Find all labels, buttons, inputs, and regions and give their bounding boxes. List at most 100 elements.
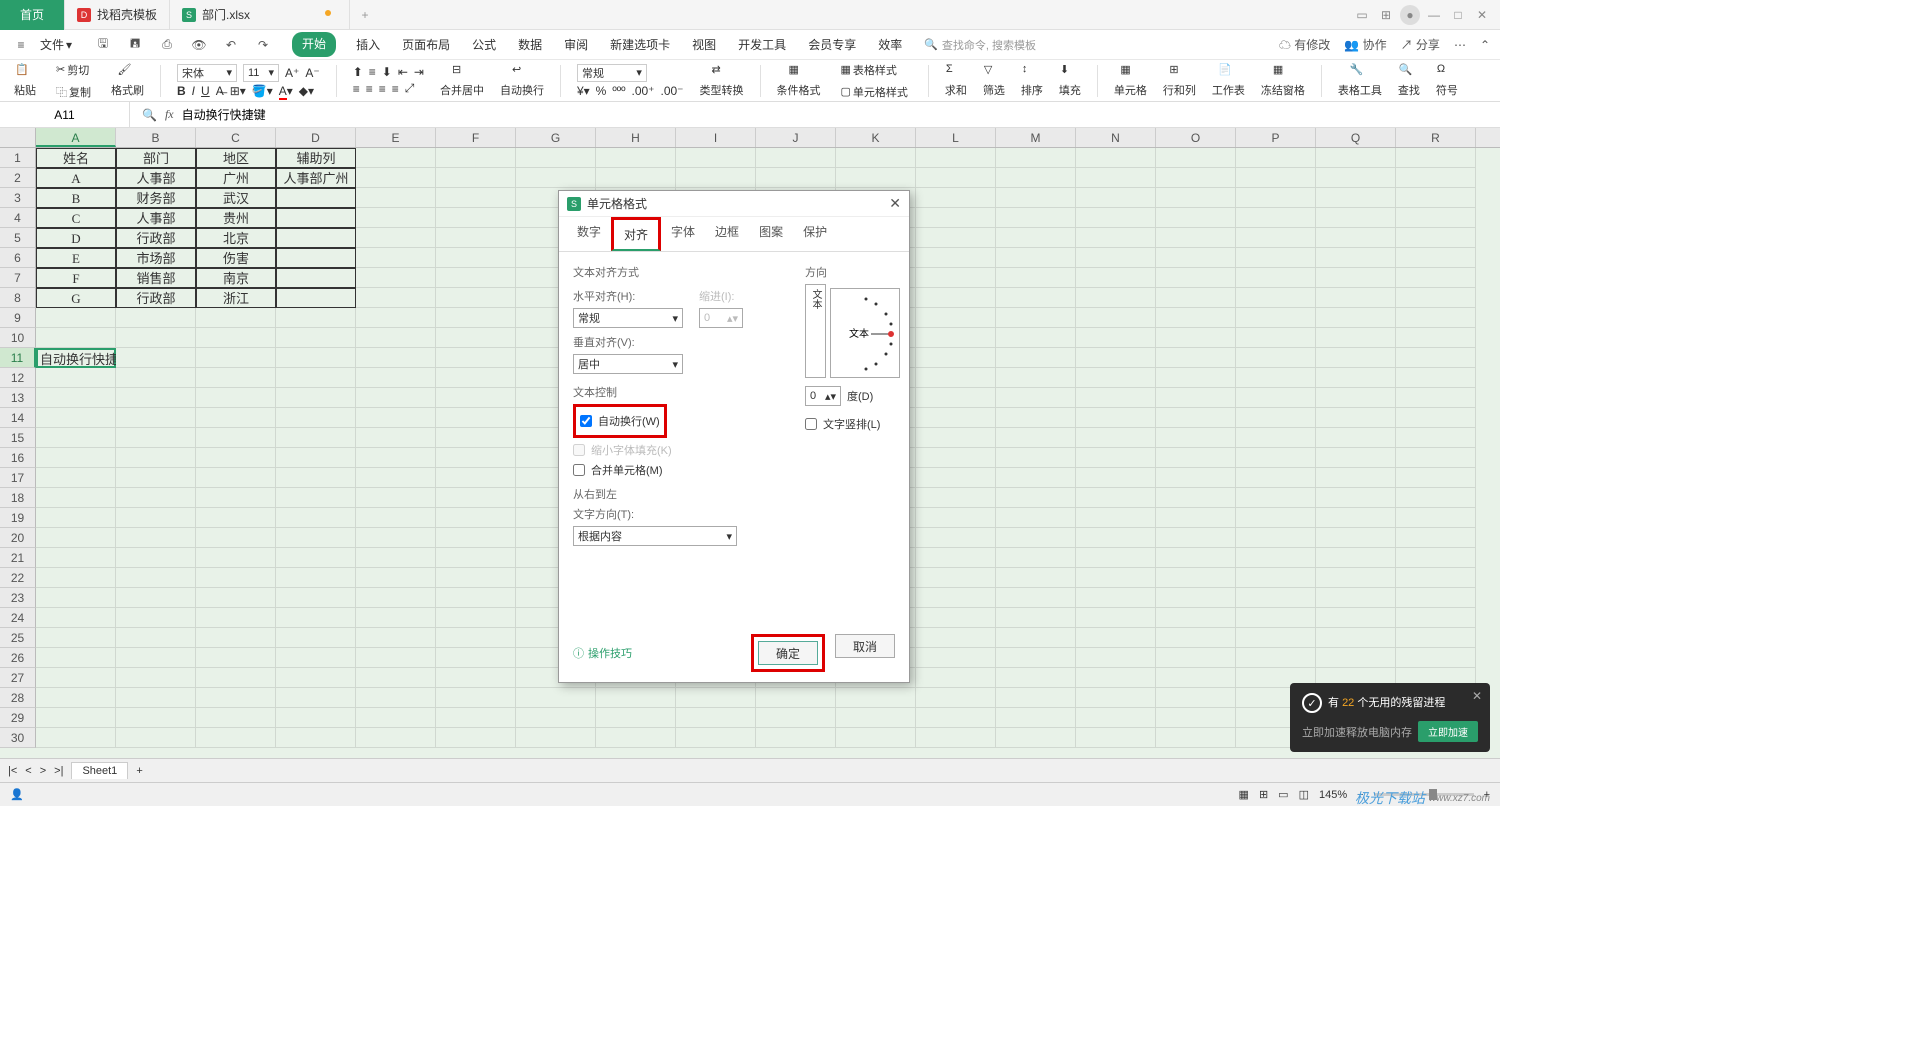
- hamburger-icon[interactable]: ≡: [10, 34, 32, 56]
- cell[interactable]: [1236, 288, 1316, 308]
- tools-button[interactable]: 🔧表格工具: [1334, 63, 1386, 98]
- cell[interactable]: [1396, 188, 1476, 208]
- cell[interactable]: [996, 208, 1076, 228]
- cell[interactable]: 财务部: [116, 188, 196, 208]
- format-painter-button[interactable]: 🖌格式刷: [107, 63, 148, 98]
- cell[interactable]: [996, 668, 1076, 688]
- cell[interactable]: [116, 488, 196, 508]
- cell[interactable]: [36, 708, 116, 728]
- cell[interactable]: [276, 228, 356, 248]
- font-size-select[interactable]: 11▾: [243, 64, 279, 82]
- row-header[interactable]: 18: [0, 488, 36, 508]
- cell[interactable]: [276, 448, 356, 468]
- cell[interactable]: [1316, 248, 1396, 268]
- cell[interactable]: [36, 488, 116, 508]
- cell[interactable]: [116, 368, 196, 388]
- cell[interactable]: [436, 148, 516, 168]
- cell[interactable]: [916, 668, 996, 688]
- dlg-tab-pattern[interactable]: 图案: [749, 217, 793, 251]
- percent-icon[interactable]: %: [596, 84, 607, 98]
- row-header[interactable]: 29: [0, 708, 36, 728]
- cell[interactable]: [1396, 408, 1476, 428]
- cell[interactable]: [276, 488, 356, 508]
- tab-efficiency[interactable]: 效率: [876, 32, 904, 57]
- underline-button[interactable]: U: [201, 84, 210, 98]
- cell[interactable]: [276, 528, 356, 548]
- font-select[interactable]: 宋体▾: [177, 64, 237, 82]
- sheet-add-button[interactable]: +: [136, 765, 142, 777]
- cell[interactable]: [596, 168, 676, 188]
- wrap-checkbox[interactable]: 自动换行(W): [580, 413, 660, 429]
- grid-icon[interactable]: ⊞: [1376, 5, 1396, 25]
- font-grow-icon[interactable]: A⁺: [285, 66, 299, 80]
- row-header[interactable]: 22: [0, 568, 36, 588]
- cell[interactable]: [36, 668, 116, 688]
- cell[interactable]: [356, 348, 436, 368]
- cell[interactable]: 自动换行快捷键: [36, 348, 116, 368]
- cell[interactable]: [916, 568, 996, 588]
- cell[interactable]: [1236, 248, 1316, 268]
- cell[interactable]: [916, 268, 996, 288]
- cell[interactable]: [116, 528, 196, 548]
- cell[interactable]: F: [36, 268, 116, 288]
- cell[interactable]: [996, 428, 1076, 448]
- save-icon[interactable]: 🖫: [92, 34, 114, 56]
- cell[interactable]: [1236, 388, 1316, 408]
- cell[interactable]: [1156, 548, 1236, 568]
- cell[interactable]: [996, 268, 1076, 288]
- cell[interactable]: [36, 448, 116, 468]
- cell[interactable]: [1236, 568, 1316, 588]
- row-header[interactable]: 6: [0, 248, 36, 268]
- cell[interactable]: [436, 488, 516, 508]
- cell[interactable]: [916, 488, 996, 508]
- worksheet-button[interactable]: 📄工作表: [1208, 63, 1249, 98]
- cell[interactable]: [916, 428, 996, 448]
- cell[interactable]: [116, 588, 196, 608]
- cell[interactable]: [1236, 588, 1316, 608]
- cell[interactable]: [1316, 628, 1396, 648]
- cell[interactable]: [436, 688, 516, 708]
- cell[interactable]: [1396, 308, 1476, 328]
- cell[interactable]: [196, 328, 276, 348]
- cell[interactable]: [1396, 548, 1476, 568]
- cell[interactable]: [196, 368, 276, 388]
- cell[interactable]: [36, 388, 116, 408]
- cell[interactable]: [1156, 348, 1236, 368]
- orient-vertical-text[interactable]: 文本: [805, 284, 826, 378]
- cell[interactable]: [1156, 148, 1236, 168]
- cell[interactable]: [36, 568, 116, 588]
- cell[interactable]: [1076, 688, 1156, 708]
- cell[interactable]: [1236, 648, 1316, 668]
- cell[interactable]: [996, 248, 1076, 268]
- cell[interactable]: [1396, 228, 1476, 248]
- cell[interactable]: [196, 568, 276, 588]
- col-header[interactable]: Q: [1316, 128, 1396, 147]
- cell[interactable]: [836, 688, 916, 708]
- cell[interactable]: [276, 308, 356, 328]
- row-header[interactable]: 5: [0, 228, 36, 248]
- col-header[interactable]: F: [436, 128, 516, 147]
- cell[interactable]: [996, 448, 1076, 468]
- col-header[interactable]: P: [1236, 128, 1316, 147]
- cell[interactable]: [916, 508, 996, 528]
- col-header[interactable]: A: [36, 128, 116, 147]
- cell[interactable]: [516, 148, 596, 168]
- cell[interactable]: [516, 728, 596, 748]
- cell[interactable]: [1316, 648, 1396, 668]
- dlg-tab-border[interactable]: 边框: [705, 217, 749, 251]
- cell[interactable]: [916, 588, 996, 608]
- cell[interactable]: [916, 688, 996, 708]
- italic-button[interactable]: I: [192, 84, 195, 98]
- cell[interactable]: [196, 708, 276, 728]
- sheet-last-icon[interactable]: >|: [54, 765, 63, 777]
- cell[interactable]: [116, 648, 196, 668]
- name-box[interactable]: [0, 102, 130, 127]
- cell[interactable]: [36, 608, 116, 628]
- cell[interactable]: [356, 708, 436, 728]
- cell[interactable]: [1156, 628, 1236, 648]
- cell[interactable]: [36, 588, 116, 608]
- cell[interactable]: [436, 468, 516, 488]
- cell[interactable]: [1076, 428, 1156, 448]
- filter-button[interactable]: ▽筛选: [979, 63, 1009, 98]
- cell[interactable]: [1316, 428, 1396, 448]
